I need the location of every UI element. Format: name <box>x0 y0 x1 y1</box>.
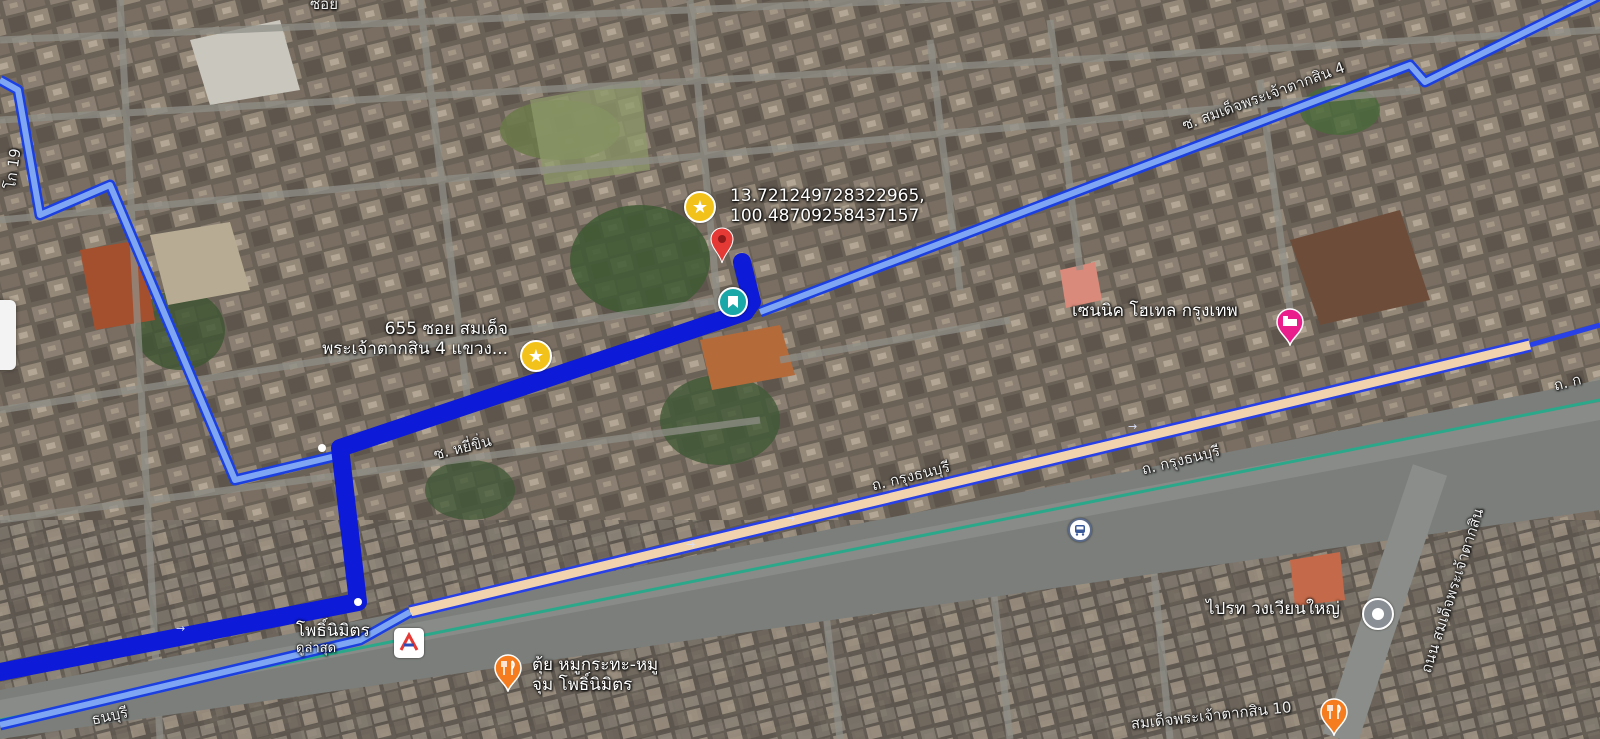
bookmark-icon[interactable] <box>718 287 748 317</box>
map-view[interactable]: → → → → ★ ★ 13.721249728322965, 100.4870… <box>0 0 1600 739</box>
star-icon[interactable]: ★ <box>520 340 552 372</box>
coordinates-label: 13.721249728322965, 100.48709258437157 <box>730 186 925 226</box>
station-name: โพธิ์นิมิตร <box>296 621 370 641</box>
bus-icon[interactable] <box>1068 518 1092 542</box>
restaurant-label[interactable]: ตุ้ย หมูกระทะ-หมู จุ่ม โพธิ์นิมิตร <box>532 655 659 695</box>
building-roof <box>1290 552 1345 606</box>
tree-cluster <box>425 460 515 520</box>
station-subtitle: ดูล่าสุด <box>296 640 337 656</box>
svg-text:→: → <box>686 538 695 551</box>
landmark-label[interactable]: ไปรท วงเวียนใหญ่ <box>1206 599 1340 620</box>
location-circle-icon[interactable] <box>1362 598 1394 630</box>
coordinates-line2: 100.48709258437157 <box>730 205 920 226</box>
coordinates-line1: 13.721249728322965, <box>730 186 925 206</box>
restaurant-line1: ตุ้ย หมูกระทะ-หมู <box>532 655 659 675</box>
svg-text:→: → <box>786 512 795 525</box>
address-label: 655 ซอย สมเด็จ พระเจ้าตากสิน 4 แขวง... <box>298 319 508 359</box>
route-turn-point <box>318 444 326 452</box>
fork-knife-icon[interactable] <box>1318 696 1350 736</box>
map-side-control[interactable] <box>0 300 16 370</box>
address-line2: พระเจ้าตากสิน 4 แขวง... <box>322 338 508 359</box>
star-icon[interactable]: ★ <box>684 191 716 223</box>
svg-text:→: → <box>176 622 185 635</box>
route-turn-point <box>354 598 362 606</box>
svg-text:→: → <box>1128 420 1137 433</box>
fork-knife-icon[interactable] <box>492 652 524 692</box>
restaurant-line2: จุ่ม โพธิ์นิมิตร <box>532 674 633 695</box>
address-line1: 655 ซอย สมเด็จ <box>384 319 508 339</box>
bed-icon[interactable] <box>1274 306 1306 346</box>
hotel-label[interactable]: เซนนิค โฮเทล กรุงเทพ <box>1072 301 1238 322</box>
satellite-imagery: → → → → <box>0 0 1600 739</box>
station-label: โพธิ์นิมิตร ดูล่าสุด <box>296 621 370 656</box>
road-label-top-left: ซอย <box>310 0 338 13</box>
red-location-marker[interactable] <box>709 226 735 264</box>
train-station-icon[interactable] <box>394 628 424 658</box>
tree-cluster <box>570 205 710 315</box>
